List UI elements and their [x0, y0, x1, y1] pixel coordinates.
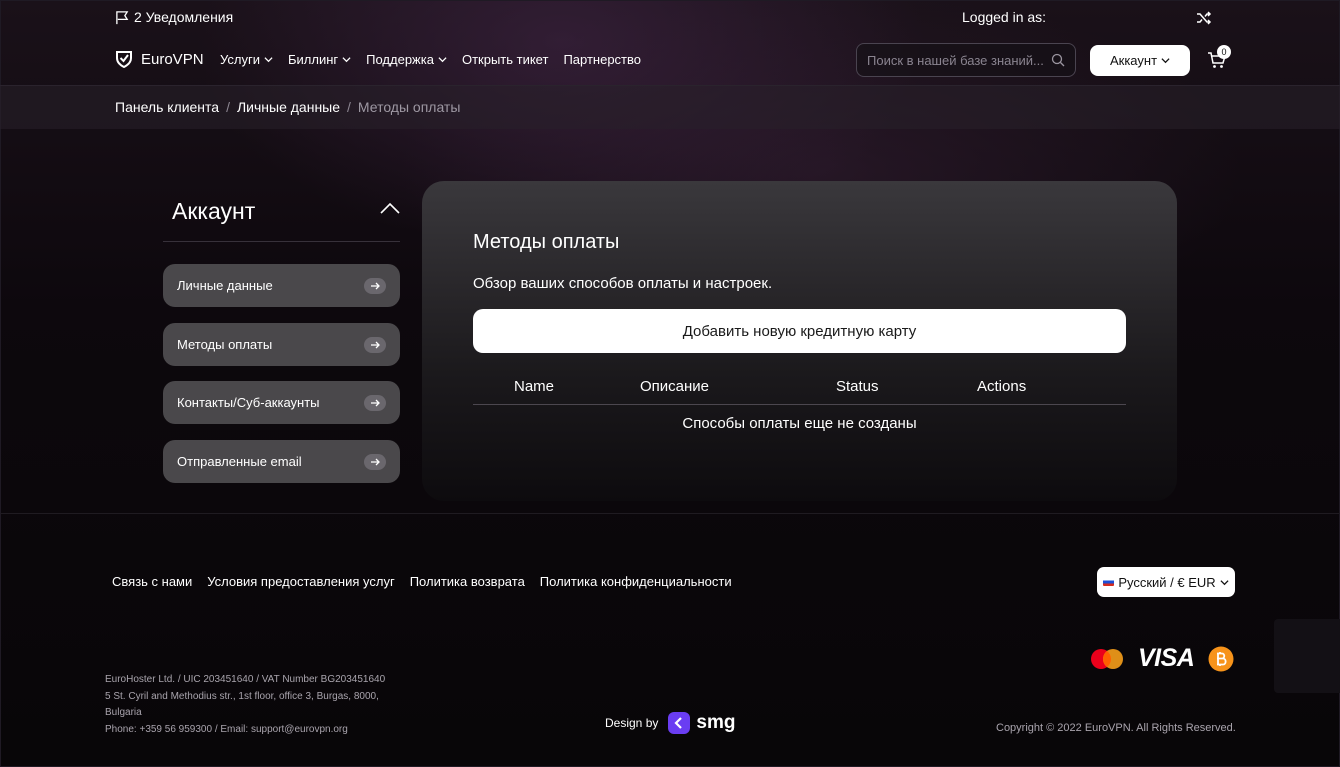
column-header-description[interactable]: Описание [640, 378, 709, 395]
chevron-down-icon [342, 57, 351, 63]
flag-icon [116, 10, 129, 24]
language-label: Русский / € EUR [1118, 574, 1216, 590]
mastercard-icon [1091, 648, 1123, 669]
footer-divider [0, 513, 1340, 514]
nav-item-open-ticket[interactable]: Открыть тикет [462, 52, 548, 67]
nav-item-services[interactable]: Услуги [220, 52, 273, 67]
nav-item-label: Партнерство [563, 52, 641, 67]
column-header-actions[interactable]: Actions [977, 378, 1026, 395]
language-currency-selector[interactable]: Русский / € EUR [1097, 567, 1235, 597]
nav-item-label: Поддержка [366, 52, 434, 67]
table-header-divider [473, 404, 1126, 405]
arrow-right-icon [364, 453, 386, 470]
knowledgebase-search [856, 43, 1076, 77]
add-credit-card-button[interactable]: Добавить новую кредитную карту [473, 309, 1126, 353]
sidebar-item-label: Контакты/Суб-аккаунты [177, 395, 320, 410]
chevron-up-icon[interactable] [380, 201, 400, 215]
sidebar-item-label: Отправленные email [177, 454, 302, 469]
arrow-right-icon [364, 336, 386, 353]
company-line: Phone: +359 56 959300 / Email: support@e… [105, 723, 348, 735]
breadcrumb: Панель клиента / Личные данные / Методы … [115, 99, 460, 115]
page-title: Методы оплаты [473, 231, 620, 253]
page-subtitle: Обзор ваших способов оплаты и настроек. [473, 275, 773, 292]
notifications-link[interactable]: 2 Уведомления [115, 9, 233, 25]
breadcrumb-link-personal-data[interactable]: Личные данные [237, 99, 340, 115]
sidebar-divider [163, 241, 400, 242]
empty-table-message: Способы оплаты еще не созданы [682, 415, 917, 432]
chevron-down-icon [1220, 579, 1229, 585]
breadcrumb-separator: / [347, 99, 351, 115]
breadcrumb-separator: / [226, 99, 230, 115]
main-nav: Услуги Биллинг Поддержка Открыть тикет П… [220, 52, 641, 67]
sidebar-item-label: Личные данные [177, 278, 273, 293]
shield-logo-icon [116, 51, 132, 68]
account-button-label: Аккаунт [1109, 53, 1158, 68]
nav-item-billing[interactable]: Биллинг [288, 52, 351, 67]
breadcrumb-link-client-area[interactable]: Панель клиента [115, 99, 219, 115]
designer-credit[interactable]: Design by smg [605, 712, 735, 734]
chevron-down-icon [1161, 58, 1170, 64]
sidebar-item-contacts[interactable]: Контакты/Суб-аккаунты [163, 381, 400, 424]
smg-wordmark: smg [696, 712, 736, 733]
company-line: 5 St. Cyril and Methodius str., 1st floo… [105, 690, 379, 702]
russia-flag-icon [1103, 578, 1115, 586]
search-input[interactable] [867, 52, 1047, 68]
arrow-right-icon [364, 394, 386, 411]
column-header-name[interactable]: Name [514, 378, 554, 395]
sidebar-title: Аккаунт [172, 198, 256, 224]
brand-logo[interactable]: EuroVPN [115, 50, 204, 68]
company-line: EuroHoster Ltd. / UIC 203451640 / VAT Nu… [105, 674, 386, 685]
company-info: EuroHoster Ltd. / UIC 203451640 / VAT Nu… [105, 672, 435, 738]
nav-item-support[interactable]: Поддержка [366, 52, 447, 67]
footer-link-privacy[interactable]: Политика конфиденциальности [540, 574, 732, 589]
payment-icons: VISA [1090, 644, 1234, 673]
sidebar-item-personal-data[interactable]: Личные данные [163, 264, 400, 307]
footer-links: Связь с нами Условия предоставления услу… [112, 574, 732, 589]
company-line: Bulgaria [105, 707, 142, 718]
notifications-label: 2 Уведомления [134, 9, 234, 25]
chevron-down-icon [264, 57, 273, 63]
logged-in-label: Logged in as: [962, 9, 1047, 25]
smg-logo-icon [668, 712, 691, 734]
footer-link-contact[interactable]: Связь с нами [112, 574, 192, 589]
floating-widget[interactable] [1274, 619, 1340, 693]
sidebar-item-sent-emails[interactable]: Отправленные email [163, 440, 400, 483]
design-by-label: Design by [605, 716, 659, 730]
nav-item-partnership[interactable]: Партнерство [563, 52, 641, 67]
footer-link-terms[interactable]: Условия предоставления услуг [207, 574, 394, 589]
cart-count-badge: 0 [1217, 45, 1231, 59]
sidebar-item-payment-methods[interactable]: Методы оплаты [163, 323, 400, 366]
brand-name: EuroVPN [141, 50, 204, 68]
nav-item-label: Биллинг [287, 52, 339, 67]
footer-link-refund[interactable]: Политика возврата [410, 574, 525, 589]
arrow-right-icon [364, 277, 386, 294]
sidebar-item-label: Методы оплаты [177, 337, 273, 352]
shuffle-icon[interactable] [1196, 10, 1212, 26]
nav-item-label: Открыть тикет [461, 52, 549, 67]
nav-item-label: Услуги [220, 52, 260, 67]
visa-icon: VISA [1138, 644, 1195, 672]
account-dropdown-button[interactable]: Аккаунт [1090, 45, 1190, 76]
bitcoin-icon [1208, 646, 1234, 671]
column-header-status[interactable]: Status [836, 378, 879, 395]
search-icon[interactable] [1051, 53, 1065, 67]
breadcrumb-current: Методы оплаты [357, 99, 461, 115]
chevron-down-icon [438, 57, 447, 63]
copyright-text: Copyright © 2022 EuroVPN. All Rights Res… [996, 722, 1236, 734]
